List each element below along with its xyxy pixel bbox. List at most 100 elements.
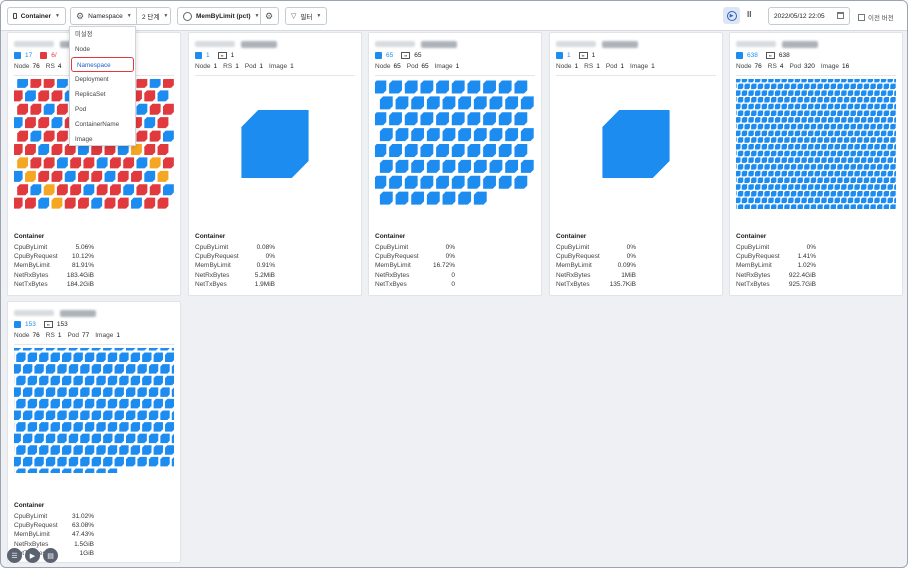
section-title: Container [556,233,587,240]
dropdown-item-node[interactable]: Node [70,42,135,57]
stat-node: Node 1 [556,63,579,70]
namespace-card[interactable]: 1 ▪▪ 1 Node 1 RS 1 Pod 1 Image 1 Container CpuByL… [549,32,723,296]
metric-name: MemByLimit [736,262,772,270]
divider [195,75,355,76]
divider [736,75,896,76]
metric-value: 0 [451,271,455,279]
container-count-icon [736,52,743,59]
container-map[interactable] [736,79,896,209]
card-title [375,39,457,49]
card-title [736,39,818,49]
stat-rs: RS 4 [45,63,62,70]
stat-pod: Pod 1 [605,63,625,70]
namespace-card[interactable]: 1 ▪▪ 1 Node 1 RS 1 Pod 1 Image 1 Container CpuByL… [188,32,362,296]
metric-name: CpuByRequest [14,522,58,530]
dropdown-item-미설정[interactable]: 미설정 [70,27,135,42]
filter-label: 필터 [300,14,313,21]
metric-value: 922.4GiB [788,271,816,279]
pod-icon: ▪▪ [765,52,775,59]
pod-count: 638 [778,52,790,59]
namespace-card[interactable]: 638 ▪▪ 638 Node 76 RS 4 Pod 320 Image 16 Containe… [729,32,903,296]
list-icon[interactable]: ☰ [7,548,22,563]
stat-image: Image 1 [434,63,460,70]
dropdown-item-deployment[interactable]: Deployment [70,72,135,87]
metric-value: 0% [445,253,455,261]
metric-value: 31.02% [71,513,94,520]
metric-settings-button[interactable]: ⚙ [261,7,279,25]
metrics-list: CpuByLimit 0% CpuByRequest 0% MemByLimit 0.09… [556,243,636,289]
container-count: 638 [747,52,758,59]
metric-value: 10.12% [71,253,94,261]
metric-name: NetTxBytes [736,280,770,288]
metric-name: MemByLimit [556,262,592,270]
metric-value: 0.08% [256,244,275,251]
metric-row: MemByLimit 0.09% [556,261,636,270]
card-counts: 65 ▪▪ 65 [375,52,421,59]
stat-image: Image 1 [269,63,294,70]
chevron-down-icon: ▼ [126,13,132,19]
container-count-icon [14,52,21,59]
pod-count: 65 [414,52,422,59]
calendar-icon [837,12,844,19]
pod-icon: ▪▪ [401,52,411,59]
card-title [195,39,277,49]
dropdown-item-image[interactable]: Image [70,132,135,147]
metric-value: 0% [445,244,455,251]
metric-row: MemByLimit 81.91% [14,261,94,270]
metric-name: MemByLimit [14,262,50,270]
metric-row: CpuByLimit 5.06% [14,243,94,252]
metric-row: CpuByLimit 0% [736,243,816,252]
container-map[interactable] [556,79,716,209]
metric-value: 16.72% [432,262,455,270]
metric-value: 1.41% [797,253,816,261]
pod-icon: ▪▪ [217,52,227,59]
container-map[interactable] [195,79,355,209]
metrics-list: CpuByLimit 0.08% CpuByRequest 0% MemByLimit 0… [195,243,275,289]
level-select-label: 2 단계 [142,14,160,21]
metric-value: 135.7KiB [609,280,636,288]
metric-value: 0.09% [617,262,636,270]
prev-version-button[interactable]: 이전 버전 [858,12,894,22]
metric-name: NetTxBytes [556,280,590,288]
stat-node: Node 1 [195,63,218,70]
stat-pod: Pod 65 [406,63,429,70]
dropdown-item-replicaset[interactable]: ReplicaSet [70,87,135,102]
metric-row: CpuByRequest 0% [375,252,455,261]
play-icon: ▶ [726,10,737,21]
stat-pod: Pod 77 [67,332,90,339]
dropdown-item-containername[interactable]: ContainerName [70,117,135,132]
dropdown-item-namespace[interactable]: Namespace [71,57,134,72]
card-counts: 638 ▪▪ 638 [736,52,790,59]
play-button[interactable]: ▶ [723,7,740,24]
namespace-card[interactable]: 153 ▪▪ 153 Node 76 RS 1 Pod 77 Image 1 Container … [7,301,181,563]
metric-row: NetTxByes 0 [375,280,455,289]
pause-button[interactable]: II [747,10,751,19]
namespace-card[interactable]: 65 ▪▪ 65 Node 65 Pod 65 Image 1 Container CpuBy… [368,32,542,296]
play-icon[interactable]: ▶ [25,548,40,563]
metric-row: NetRxBytes 183.4GiB [14,271,94,280]
stat-node: Node 76 [14,332,40,339]
pod-icon: ▪▪ [43,321,53,328]
level-select[interactable]: 2 단계 ▼ [137,7,171,25]
chevron-down-icon: ▼ [316,13,322,19]
container-count-icon [375,52,382,59]
dropdown-item-pod[interactable]: Pod [70,102,135,117]
metrics-list: CpuByLimit 5.06% CpuByRequest 10.12% MemByLi… [14,243,94,289]
metric-name: CpuByLimit [195,244,229,251]
metric-name: NetRxBytes [14,271,49,279]
stat-node: Node 65 [375,63,401,70]
metric-value: 1.9MiB [254,280,275,288]
metric-name: NetTxByes [195,280,227,288]
card-counts: 1 ▪▪ 1 [556,52,595,59]
chevron-down-icon: ▼ [254,13,260,19]
section-title: Container [375,233,406,240]
container-map[interactable] [375,79,535,209]
metrics-list: CpuByLimit 0% CpuByRequest 0% MemByLimit 16.7… [375,243,455,289]
pod-icon: ▪▪ [578,52,588,59]
container-map[interactable] [14,348,174,473]
date-picker[interactable]: 2022/05/12 22:05 [768,7,850,25]
floating-actions: ☰ ▶ ▤ [7,548,58,563]
container-select[interactable]: Container ▼ [7,7,66,25]
filter-button[interactable]: ▽ 필터 ▼ [285,7,327,25]
clipboard-icon[interactable]: ▤ [43,548,58,563]
